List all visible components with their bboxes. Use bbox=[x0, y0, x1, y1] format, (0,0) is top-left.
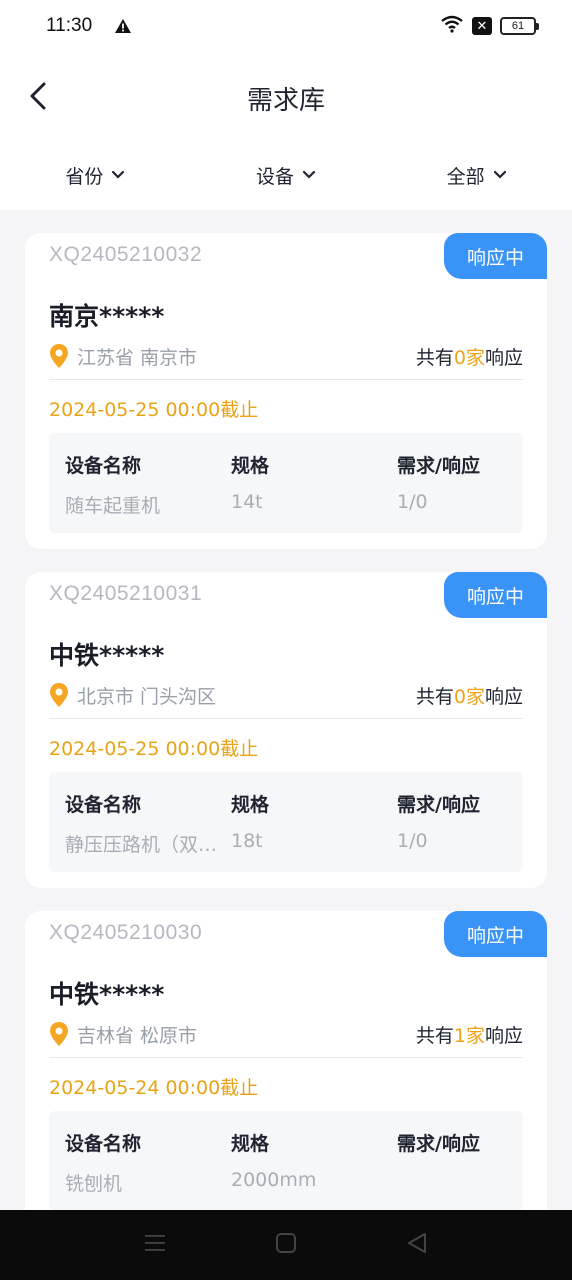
equipment-name: 随车起重机 bbox=[65, 495, 161, 517]
status-time: 11:30 bbox=[46, 15, 93, 36]
demand-response-ratio: 1/0 bbox=[397, 830, 428, 852]
back-triangle-icon[interactable] bbox=[406, 1232, 428, 1258]
header-spec: 规格 bbox=[231, 1133, 270, 1155]
response-prefix: 共有 bbox=[415, 685, 454, 708]
menu-icon[interactable] bbox=[144, 1233, 166, 1257]
warning-icon bbox=[114, 18, 132, 34]
chevron-down-icon bbox=[112, 170, 125, 179]
wifi-icon bbox=[440, 15, 464, 37]
response-suffix: 响应 bbox=[484, 1024, 523, 1047]
demand-list[interactable]: XQ2405210032 响应中 南京***** 江苏省 南京市 共有0家响应 … bbox=[0, 210, 572, 1210]
deadline: 2024-05-24 00:00截止 bbox=[49, 1077, 259, 1099]
status-bar: 11:30 ✕ 61 bbox=[0, 0, 572, 52]
deadline: 2024-05-25 00:00截止 bbox=[49, 738, 259, 760]
equipment-name: 静压压路机（双… bbox=[65, 834, 218, 856]
response-count: 共有0家响应 bbox=[416, 682, 523, 709]
system-nav-bar bbox=[0, 1210, 572, 1280]
divider bbox=[49, 1057, 523, 1058]
filter-province[interactable]: 省份 bbox=[0, 162, 191, 189]
demand-code: XQ2405210031 bbox=[49, 582, 203, 605]
response-suffix: 响应 bbox=[484, 346, 523, 369]
equipment-spec: 18t bbox=[231, 830, 263, 852]
status-badge: 响应中 bbox=[444, 911, 547, 957]
chevron-down-icon bbox=[302, 170, 316, 179]
location-row: 吉林省 松原市 共有1家响应 bbox=[49, 1019, 523, 1049]
header-demand-response: 需求/响应 bbox=[397, 455, 480, 477]
response-number: 1家 bbox=[453, 1024, 485, 1047]
response-count: 共有1家响应 bbox=[416, 1021, 523, 1048]
company-name: 中铁***** bbox=[49, 641, 165, 670]
deadline: 2024-05-25 00:00截止 bbox=[49, 399, 259, 421]
demand-code: XQ2405210032 bbox=[49, 243, 203, 266]
response-number: 0家 bbox=[453, 346, 485, 369]
header-spec: 规格 bbox=[231, 794, 270, 816]
location-text: 江苏省 南京市 bbox=[77, 346, 198, 369]
divider bbox=[49, 718, 523, 719]
location-text: 北京市 门头沟区 bbox=[77, 685, 217, 708]
response-suffix: 响应 bbox=[484, 685, 523, 708]
company-name: 中铁***** bbox=[49, 980, 165, 1009]
response-prefix: 共有 bbox=[415, 346, 454, 369]
filter-status[interactable]: 全部 bbox=[381, 162, 572, 189]
chevron-down-icon bbox=[493, 170, 506, 179]
equipment-spec: 2000mm bbox=[231, 1169, 317, 1191]
filter-bar: 省份 设备 全部 bbox=[0, 140, 572, 210]
page-title: 需求库 bbox=[246, 86, 325, 116]
response-prefix: 共有 bbox=[415, 1024, 454, 1047]
header-demand-response: 需求/响应 bbox=[397, 1133, 480, 1155]
demand-card[interactable]: XQ2405210030 响应中 中铁***** 吉林省 松原市 共有1家响应 … bbox=[25, 911, 547, 1210]
header-equipment-name: 设备名称 bbox=[65, 455, 142, 477]
location-pin-icon bbox=[50, 344, 68, 368]
demand-code: XQ2405210030 bbox=[49, 921, 203, 944]
header-spec: 规格 bbox=[231, 455, 270, 477]
demand-card[interactable]: XQ2405210032 响应中 南京***** 江苏省 南京市 共有0家响应 … bbox=[25, 233, 547, 549]
equipment-name: 铣刨机 bbox=[65, 1173, 123, 1195]
company-name: 南京***** bbox=[49, 302, 165, 331]
demand-card[interactable]: XQ2405210031 响应中 中铁***** 北京市 门头沟区 共有0家响应… bbox=[25, 572, 547, 888]
filter-label: 省份 bbox=[65, 165, 104, 188]
equipment-spec: 14t bbox=[231, 491, 263, 513]
equipment-table: 设备名称 规格 需求/响应 静压压路机（双… 18t 1/0 bbox=[49, 772, 523, 872]
battery-icon: 61 bbox=[500, 17, 539, 35]
demand-response-ratio: 1/0 bbox=[397, 491, 428, 513]
location-pin-icon bbox=[50, 683, 68, 707]
location-pin-icon bbox=[50, 1022, 68, 1046]
header-equipment-name: 设备名称 bbox=[65, 794, 142, 816]
filter-label: 设备 bbox=[256, 165, 295, 188]
header-demand-response: 需求/响应 bbox=[397, 794, 480, 816]
nav-bar: 需求库 bbox=[0, 52, 572, 140]
location-row: 北京市 门头沟区 共有0家响应 bbox=[49, 680, 523, 710]
divider bbox=[49, 379, 523, 380]
location-row: 江苏省 南京市 共有0家响应 bbox=[49, 341, 523, 371]
location-text: 吉林省 松原市 bbox=[77, 1024, 198, 1047]
response-count: 共有0家响应 bbox=[416, 343, 523, 370]
equipment-table: 设备名称 规格 需求/响应 随车起重机 14t 1/0 bbox=[49, 433, 523, 533]
filter-label: 全部 bbox=[446, 165, 485, 188]
home-icon[interactable] bbox=[275, 1232, 297, 1258]
response-number: 0家 bbox=[453, 685, 485, 708]
filter-equipment[interactable]: 设备 bbox=[191, 162, 382, 189]
equipment-table: 设备名称 规格 需求/响应 铣刨机 2000mm bbox=[49, 1111, 523, 1210]
status-badge: 响应中 bbox=[444, 233, 547, 279]
close-box-icon: ✕ bbox=[472, 17, 492, 35]
header-equipment-name: 设备名称 bbox=[65, 1133, 142, 1155]
status-badge: 响应中 bbox=[444, 572, 547, 618]
